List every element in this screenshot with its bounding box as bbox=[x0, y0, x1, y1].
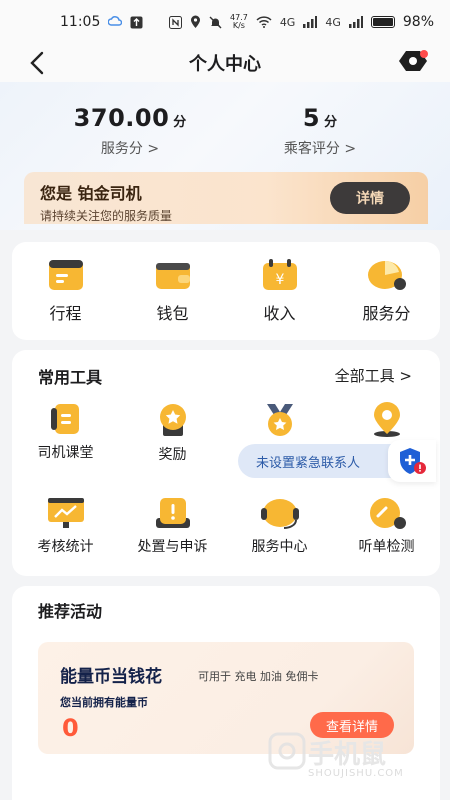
trip-icon bbox=[48, 260, 83, 290]
service-score-value: 370.00 bbox=[73, 104, 170, 132]
order-check-icon bbox=[369, 498, 406, 529]
promo-tags: 可用于 充电 加油 免佣卡 bbox=[198, 670, 319, 683]
appeal-icon bbox=[155, 498, 190, 528]
quick-action-wallet[interactable]: 钱包 bbox=[119, 242, 226, 340]
activities-title: 推荐活动 bbox=[38, 602, 103, 621]
battery-level: 98% bbox=[402, 14, 434, 30]
tool-label: 听单检测 bbox=[358, 539, 415, 555]
driver-class-icon bbox=[50, 404, 79, 434]
service-score-label: 服务分 > bbox=[100, 141, 160, 157]
tool-order-check[interactable]: 听单检测 bbox=[333, 496, 440, 556]
driver-tier-banner: 您是 铂金司机 请持续关注您的服务质量 详情 bbox=[24, 172, 428, 224]
quick-action-label: 钱包 bbox=[156, 304, 189, 323]
watermark-text: 手机鼠 bbox=[308, 740, 387, 770]
nfc-icon bbox=[169, 15, 182, 29]
svg-text:¥: ¥ bbox=[275, 272, 284, 288]
tool-label: 奖励 bbox=[158, 447, 187, 463]
tool-label: 司机课堂 bbox=[37, 445, 94, 461]
passenger-rating-unit: 分 bbox=[324, 115, 338, 130]
energy-coin-balance: 0 bbox=[62, 714, 79, 742]
quick-actions-card: 行程 钱包 ¥ 收入 服务分 bbox=[12, 242, 440, 340]
shield-alert-icon bbox=[400, 448, 426, 474]
status-bar: 11:05 47.7 K/s 4G 4G 98% bbox=[0, 0, 450, 44]
wallet-icon bbox=[155, 263, 190, 289]
location-icon bbox=[373, 402, 400, 437]
net-speed: 47.7 K/s bbox=[230, 13, 248, 30]
wifi-icon bbox=[256, 16, 272, 28]
profile-hero: 370.00 分 服务分 > 5分 乘客评分 > 您是 铂金司机 请持续关注您的服… bbox=[0, 82, 450, 230]
promo-name: 能量币当钱花 bbox=[60, 667, 162, 687]
reward-icon bbox=[159, 404, 186, 436]
quick-action-service-score[interactable]: 服务分 bbox=[333, 242, 440, 340]
income-icon: ¥ bbox=[262, 259, 297, 290]
tool-medal[interactable] bbox=[226, 402, 333, 444]
notification-dot bbox=[420, 50, 428, 58]
tier-detail-button[interactable]: 详情 bbox=[330, 182, 410, 214]
mute-icon bbox=[209, 16, 222, 28]
status-time: 11:05 bbox=[60, 14, 101, 30]
settings-button[interactable] bbox=[398, 48, 430, 78]
service-score-block[interactable]: 370.00 分 服务分 > bbox=[30, 104, 230, 158]
quick-action-income[interactable]: ¥ 收入 bbox=[226, 242, 333, 340]
back-button[interactable] bbox=[22, 48, 52, 78]
passenger-rating-label: 乘客评分 > bbox=[283, 141, 357, 157]
signal-2-icon bbox=[348, 16, 363, 28]
tool-label: 处置与申诉 bbox=[137, 539, 208, 555]
tool-label: 服务中心 bbox=[251, 539, 308, 555]
all-tools-link[interactable]: 全部工具 > bbox=[335, 365, 412, 386]
tool-assessment[interactable]: 考核统计 bbox=[12, 496, 119, 556]
cloud-icon bbox=[108, 16, 123, 26]
signal-2-label: 4G bbox=[325, 15, 341, 29]
battery-icon bbox=[370, 16, 395, 28]
service-center-icon bbox=[260, 499, 299, 529]
page-title: 个人中心 bbox=[189, 54, 261, 75]
signal-1-icon bbox=[303, 16, 318, 28]
tool-driver-class[interactable]: 司机课堂 bbox=[12, 402, 119, 462]
top-bar: 个人中心 bbox=[0, 44, 450, 82]
watermark-subtext: SHOUJISHU.COM bbox=[308, 768, 404, 779]
tool-label: 考核统计 bbox=[37, 539, 94, 555]
quick-action-label: 服务分 bbox=[362, 304, 411, 323]
service-score-unit: 分 bbox=[173, 115, 187, 130]
promo-description: 您当前拥有能量币 bbox=[60, 696, 148, 709]
signal-1-label: 4G bbox=[279, 15, 296, 29]
chevron-left-icon bbox=[30, 51, 44, 75]
tool-appeal[interactable]: 处置与申诉 bbox=[119, 496, 226, 556]
quick-action-label: 收入 bbox=[263, 304, 296, 323]
tool-reward[interactable]: 奖励 bbox=[119, 402, 226, 464]
safety-shield-button[interactable] bbox=[388, 440, 436, 482]
tool-service-center[interactable]: 服务中心 bbox=[226, 496, 333, 556]
upload-icon bbox=[130, 16, 143, 28]
assessment-icon bbox=[47, 498, 84, 528]
passenger-rating-block[interactable]: 5分 乘客评分 > bbox=[220, 104, 420, 158]
quick-action-trip[interactable]: 行程 bbox=[12, 242, 119, 340]
quick-action-label: 行程 bbox=[49, 304, 82, 323]
passenger-rating-value: 5 bbox=[302, 104, 321, 132]
service-score-icon bbox=[367, 260, 406, 290]
medal-icon bbox=[266, 404, 293, 436]
tool-location[interactable] bbox=[333, 402, 440, 444]
tools-title: 常用工具 bbox=[38, 368, 103, 387]
location-status-icon bbox=[191, 15, 200, 28]
